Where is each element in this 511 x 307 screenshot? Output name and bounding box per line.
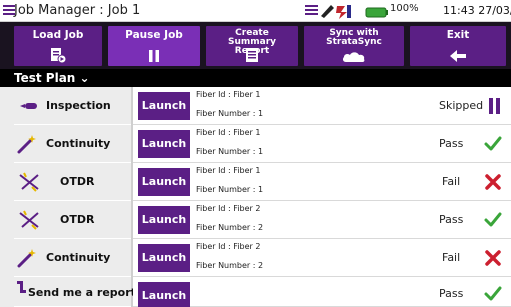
fiber-number: Fiber Number : 1: [196, 109, 264, 118]
cloud-upload-icon: [342, 52, 365, 62]
test-row: OTDR Launch Fiber Id : Fiber 2 Fiber Num…: [0, 201, 511, 239]
test-plan-label: Test Plan ⌄: [14, 71, 90, 85]
test-plan-dropdown[interactable]: Test Plan ⌄: [0, 69, 511, 87]
test-row: Inspection Launch Fiber Id : Fiber 1 Fib…: [0, 87, 511, 125]
test-name-cell: Continuity: [14, 239, 131, 277]
test-name-cell: Send me a report: [14, 277, 136, 307]
toolbar: Load Job Pause Job Create Summary Report: [0, 22, 511, 69]
test-name-cell: OTDR: [14, 163, 131, 201]
cross-icon: [485, 174, 501, 190]
test-row: OTDR Launch Fiber Id : Fiber 1 Fiber Num…: [0, 163, 511, 201]
test-detail-cell: Launch Fiber Id : Fiber 1 Fiber Number :…: [133, 125, 511, 163]
launch-button[interactable]: Launch: [138, 206, 190, 234]
test-name: Continuity: [46, 251, 111, 264]
launch-button[interactable]: Launch: [138, 92, 190, 120]
otdr-icon: [19, 210, 39, 230]
report-icon: [246, 48, 258, 62]
test-detail-cell: Launch Fiber Id : Fiber 1 Fiber Number :…: [133, 163, 511, 201]
test-name-cell: Continuity: [14, 125, 131, 163]
test-row: Send me a report Launch Pass: [0, 277, 511, 307]
launch-button[interactable]: Launch: [138, 282, 190, 307]
pause-job-button[interactable]: Pause Job: [108, 26, 200, 66]
exit-label: Exit: [446, 29, 470, 41]
exit-button[interactable]: Exit: [410, 26, 506, 66]
status-text: Skipped: [439, 99, 484, 112]
status-icons: [305, 5, 388, 19]
test-name-cell: Inspection: [14, 87, 131, 125]
load-job-icon: [51, 48, 66, 63]
pause-icon: [149, 50, 159, 62]
power-source-icon: [336, 5, 351, 19]
fiber-id: Fiber Id : Fiber 1: [196, 90, 261, 99]
launch-button[interactable]: Launch: [138, 168, 190, 196]
test-name: Inspection: [46, 99, 111, 112]
load-job-button[interactable]: Load Job: [14, 26, 102, 66]
launch-button[interactable]: Launch: [138, 244, 190, 272]
job-manager-window: Job Manager : Job 1 100% 11:43 27/03/202: [0, 0, 511, 307]
test-detail-cell: Launch Fiber Id : Fiber 2 Fiber Number :…: [133, 201, 511, 239]
test-name: OTDR: [60, 213, 95, 226]
sync-stratasync-button[interactable]: Sync with StrataSync: [304, 26, 404, 66]
test-row: Continuity Launch Fiber Id : Fiber 2 Fib…: [0, 239, 511, 277]
probe-icon: [321, 5, 334, 18]
check-icon: [484, 212, 502, 227]
test-detail-cell: Launch Fiber Id : Fiber 2 Fiber Number :…: [133, 239, 511, 277]
fiber-id: Fiber Id : Fiber 2: [196, 204, 261, 213]
battery-icon: [365, 7, 388, 18]
test-detail-cell: Launch Fiber Id : Fiber 1 Fiber Number :…: [133, 87, 511, 125]
otdr-icon: [19, 172, 39, 192]
cross-icon: [485, 250, 501, 266]
status-text: Fail: [442, 175, 461, 188]
battery-level: 100%: [390, 3, 419, 14]
fiber-id: Fiber Id : Fiber 1: [196, 128, 261, 137]
test-name: Send me a report: [28, 286, 136, 299]
test-row: Continuity Launch Fiber Id : Fiber 1 Fib…: [0, 125, 511, 163]
fiber-number: Fiber Number : 1: [196, 147, 264, 156]
sync-stratasync-label: Sync with StrataSync: [326, 28, 382, 47]
fiber-number: Fiber Number : 2: [196, 261, 264, 270]
status-text: Pass: [439, 137, 464, 150]
clock: 11:43 27/03/202: [443, 4, 511, 17]
window-title: Job Manager : Job 1: [14, 3, 141, 18]
inspection-probe-icon: [20, 103, 37, 109]
continuity-wand-icon: [17, 249, 36, 268]
fiber-number: Fiber Number : 1: [196, 185, 264, 194]
status-text: Pass: [439, 287, 464, 300]
check-icon: [484, 286, 502, 301]
fiber-id: Fiber Id : Fiber 1: [196, 166, 261, 175]
status-text: Fail: [442, 251, 461, 264]
launch-button[interactable]: Launch: [138, 130, 190, 158]
title-bar: Job Manager : Job 1 100% 11:43 27/03/202: [0, 0, 511, 22]
pause-job-label: Pause Job: [125, 29, 183, 41]
pause-icon: [489, 98, 500, 114]
list-icon: [305, 5, 318, 15]
check-icon: [484, 136, 502, 151]
test-detail-cell: Launch Pass: [133, 277, 511, 307]
load-job-label: Load Job: [32, 29, 84, 41]
status-text: Pass: [439, 213, 464, 226]
create-summary-report-button[interactable]: Create Summary Report: [206, 26, 298, 66]
test-name-cell: OTDR: [14, 201, 131, 239]
fiber-id: Fiber Id : Fiber 2: [196, 242, 261, 251]
test-name: OTDR: [60, 175, 95, 188]
continuity-wand-icon: [17, 135, 36, 154]
fiber-number: Fiber Number : 2: [196, 223, 264, 232]
test-name: Continuity: [46, 137, 111, 150]
back-arrow-icon: [450, 50, 466, 62]
